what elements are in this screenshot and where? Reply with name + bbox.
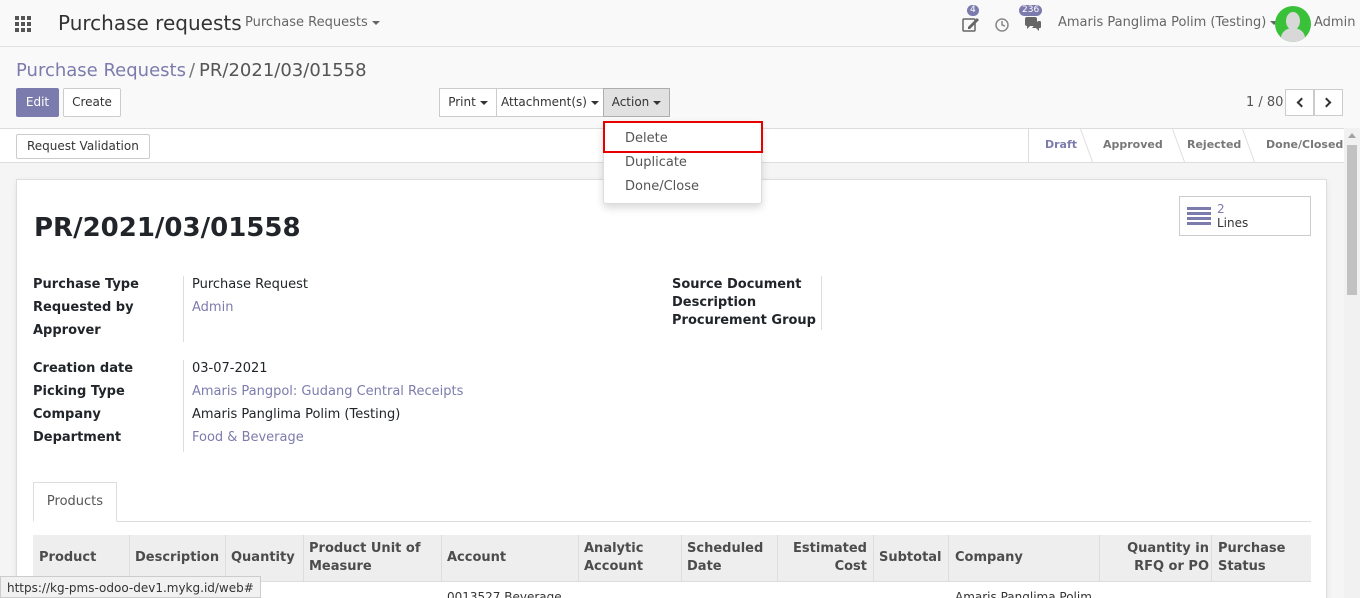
approver-label: Approver — [33, 323, 101, 338]
tab-underline — [33, 521, 1311, 522]
purchase-type-label: Purchase Type — [33, 277, 139, 292]
scroll-up-arrow-icon[interactable] — [1348, 133, 1356, 138]
stage-done-closed: Done/Closed — [1266, 138, 1344, 151]
field-divider — [183, 360, 184, 452]
procurement-group-label: Procurement Group — [672, 313, 816, 328]
apps-menu-icon[interactable] — [15, 16, 32, 32]
status-url-tooltip: https://kg-pms-odoo-dev1.mykg.id/web# — [0, 576, 261, 598]
stage-divider — [1161, 129, 1186, 162]
user-name[interactable]: Admin — [1314, 15, 1355, 30]
stage-pipeline: Draft Approved Rejected Done/Closed — [1028, 129, 1343, 162]
attachments-label: Attachment(s) — [501, 95, 587, 109]
chevron-right-icon — [1321, 97, 1332, 108]
requested-by-label: Requested by — [33, 300, 134, 315]
menu-item-done-close[interactable]: Done/Close — [625, 179, 699, 194]
creation-date-value: 03-07-2021 — [192, 361, 268, 376]
caret-down-icon — [479, 100, 488, 105]
create-button[interactable]: Create — [63, 88, 121, 117]
delete-highlight-box — [603, 121, 763, 153]
field-divider — [821, 276, 822, 330]
top-navbar: Purchase requests Purchase Requests 4 23… — [0, 0, 1360, 47]
tab-products[interactable]: Products — [33, 482, 117, 522]
activity-badge: 4 — [967, 5, 979, 16]
department-label: Department — [33, 430, 122, 445]
picking-type-label: Picking Type — [33, 384, 125, 399]
stage-approved: Approved — [1103, 138, 1163, 151]
column-header[interactable]: Account — [447, 549, 506, 567]
column-header[interactable]: Purchase Status — [1218, 540, 1298, 576]
caret-down-icon — [371, 20, 380, 25]
nav-menu-purchase-requests[interactable]: Purchase Requests — [245, 15, 380, 30]
column-header[interactable]: Product Unit of Measure — [309, 540, 434, 576]
pager-value[interactable]: 1 / 80 — [1246, 95, 1283, 110]
column-header[interactable]: Product — [39, 549, 96, 567]
action-label: Action — [611, 95, 650, 109]
column-header[interactable]: Scheduled Date — [687, 540, 767, 576]
picking-type-link[interactable]: Amaris Pangpol: Gudang Central Receipts — [192, 384, 463, 399]
breadcrumb-parent[interactable]: Purchase Requests — [16, 60, 186, 81]
menu-item-duplicate[interactable]: Duplicate — [625, 155, 687, 170]
breadcrumb-separator: / — [188, 60, 196, 81]
requested-by-link[interactable]: Admin — [192, 300, 233, 315]
lines-smart-button[interactable]: 2 Lines — [1179, 196, 1311, 236]
edit-button[interactable]: Edit — [16, 88, 59, 117]
action-button[interactable]: Action — [603, 88, 670, 117]
column-header[interactable]: Quantity — [231, 549, 295, 567]
description-label: Description — [672, 295, 757, 310]
chevron-left-icon — [1296, 97, 1307, 108]
form-sheet: PR/2021/03/01558 2 Lines Purchase Type P… — [16, 179, 1327, 598]
source-document-label: Source Document — [672, 277, 802, 292]
activity-icon[interactable] — [962, 16, 980, 32]
creation-date-label: Creation date — [33, 361, 134, 376]
request-validation-button[interactable]: Request Validation — [16, 134, 150, 159]
record-title: PR/2021/03/01558 — [34, 213, 301, 243]
column-header[interactable]: Analytic Account — [584, 540, 654, 576]
list-icon — [1187, 207, 1211, 225]
row-account: 0013527 Beverage — [447, 590, 562, 598]
messages-icon[interactable] — [1024, 16, 1042, 32]
lines-count: 2 — [1217, 202, 1225, 216]
pager-next-button[interactable] — [1314, 89, 1343, 116]
breadcrumb-current: PR/2021/03/01558 — [199, 60, 367, 81]
nav-menu-label: Purchase Requests — [245, 15, 368, 30]
company-value: Amaris Panglima Polim (Testing) — [192, 407, 401, 422]
print-button[interactable]: Print — [439, 88, 497, 117]
purchase-type-value: Purchase Request — [192, 277, 308, 292]
company-label: Company — [33, 407, 101, 422]
column-header[interactable]: Description — [135, 549, 219, 567]
page-scrollbar[interactable] — [1344, 128, 1360, 598]
attachments-button[interactable]: Attachment(s) — [496, 88, 604, 117]
row-company: Amaris Panglima Polim — [955, 590, 1092, 598]
column-header[interactable]: Estimated Cost — [783, 540, 867, 576]
caret-down-icon — [590, 100, 599, 105]
stage-rejected: Rejected — [1187, 138, 1242, 151]
company-switcher[interactable]: Amaris Panglima Polim (Testing) — [1058, 15, 1279, 30]
department-link[interactable]: Food & Beverage — [192, 430, 304, 445]
column-header[interactable]: Quantity in RFQ or PO — [1105, 540, 1209, 576]
breadcrumb: Purchase Requests / PR/2021/03/01558 — [16, 60, 367, 81]
messages-badge: 236 — [1019, 5, 1043, 16]
caret-down-icon — [653, 100, 662, 105]
app-title: Purchase requests — [58, 11, 242, 35]
scroll-thumb[interactable] — [1347, 145, 1357, 295]
company-name: Amaris Panglima Polim (Testing) — [1058, 15, 1267, 30]
column-header[interactable]: Company — [955, 549, 1023, 567]
column-header[interactable]: Subtotal — [879, 549, 942, 567]
field-divider — [183, 276, 184, 342]
user-avatar[interactable] — [1275, 6, 1311, 42]
clock-icon[interactable] — [994, 16, 1012, 32]
print-label: Print — [448, 95, 476, 109]
pager-previous-button[interactable] — [1285, 89, 1314, 116]
products-table-header: Product Description Quantity Product Uni… — [33, 535, 1311, 582]
lines-label: Lines — [1217, 216, 1249, 230]
